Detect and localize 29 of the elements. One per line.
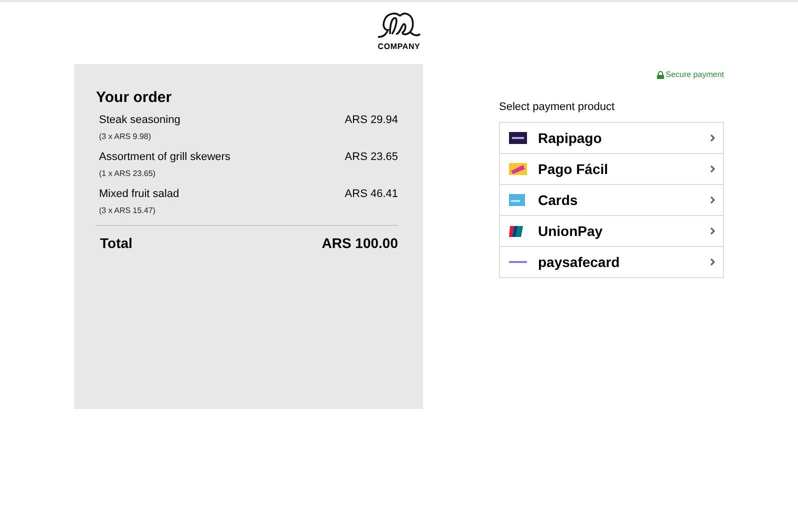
payment-method[interactable]: UnionPay	[499, 215, 724, 247]
total-amount: ARS 100.00	[322, 235, 398, 251]
order-title: Your order	[96, 89, 173, 106]
item-price: ARS 29.94	[344, 114, 398, 126]
lock-icon	[656, 70, 664, 78]
payment-method[interactable]: paysafecard	[499, 246, 724, 278]
chevron-right-icon	[710, 196, 715, 204]
item-price: ARS 23.65	[344, 151, 398, 163]
item-name: Steak seasoning	[99, 114, 180, 126]
item-quantity: (1 x ARS 23.65)	[99, 169, 156, 178]
item-quantity: (3 x ARS 15.47)	[99, 206, 156, 215]
payment-method[interactable]: Pago Fácil	[499, 153, 724, 185]
secure-payment-label: Secure payment	[656, 70, 724, 79]
chevron-right-icon	[710, 227, 715, 235]
item-quantity: (3 x ARS 9.98)	[99, 132, 152, 141]
payment-method[interactable]: Rapipago	[499, 122, 724, 154]
item-name: Mixed fruit salad	[99, 188, 180, 200]
card-icon	[509, 194, 525, 206]
logo-icon	[376, 10, 422, 40]
chevron-right-icon	[710, 134, 715, 142]
payment-heading: Select payment product	[499, 101, 616, 113]
total-label: Total	[100, 235, 132, 251]
item-price: ARS 46.41	[344, 188, 398, 200]
logo-text: COMPANY	[378, 42, 420, 51]
payment-method[interactable]: Cards	[499, 184, 724, 216]
chevron-right-icon	[710, 165, 715, 173]
chevron-right-icon	[710, 258, 715, 266]
unionpay-logo-icon	[509, 226, 523, 236]
item-name: Assortment of grill skewers	[99, 151, 230, 163]
